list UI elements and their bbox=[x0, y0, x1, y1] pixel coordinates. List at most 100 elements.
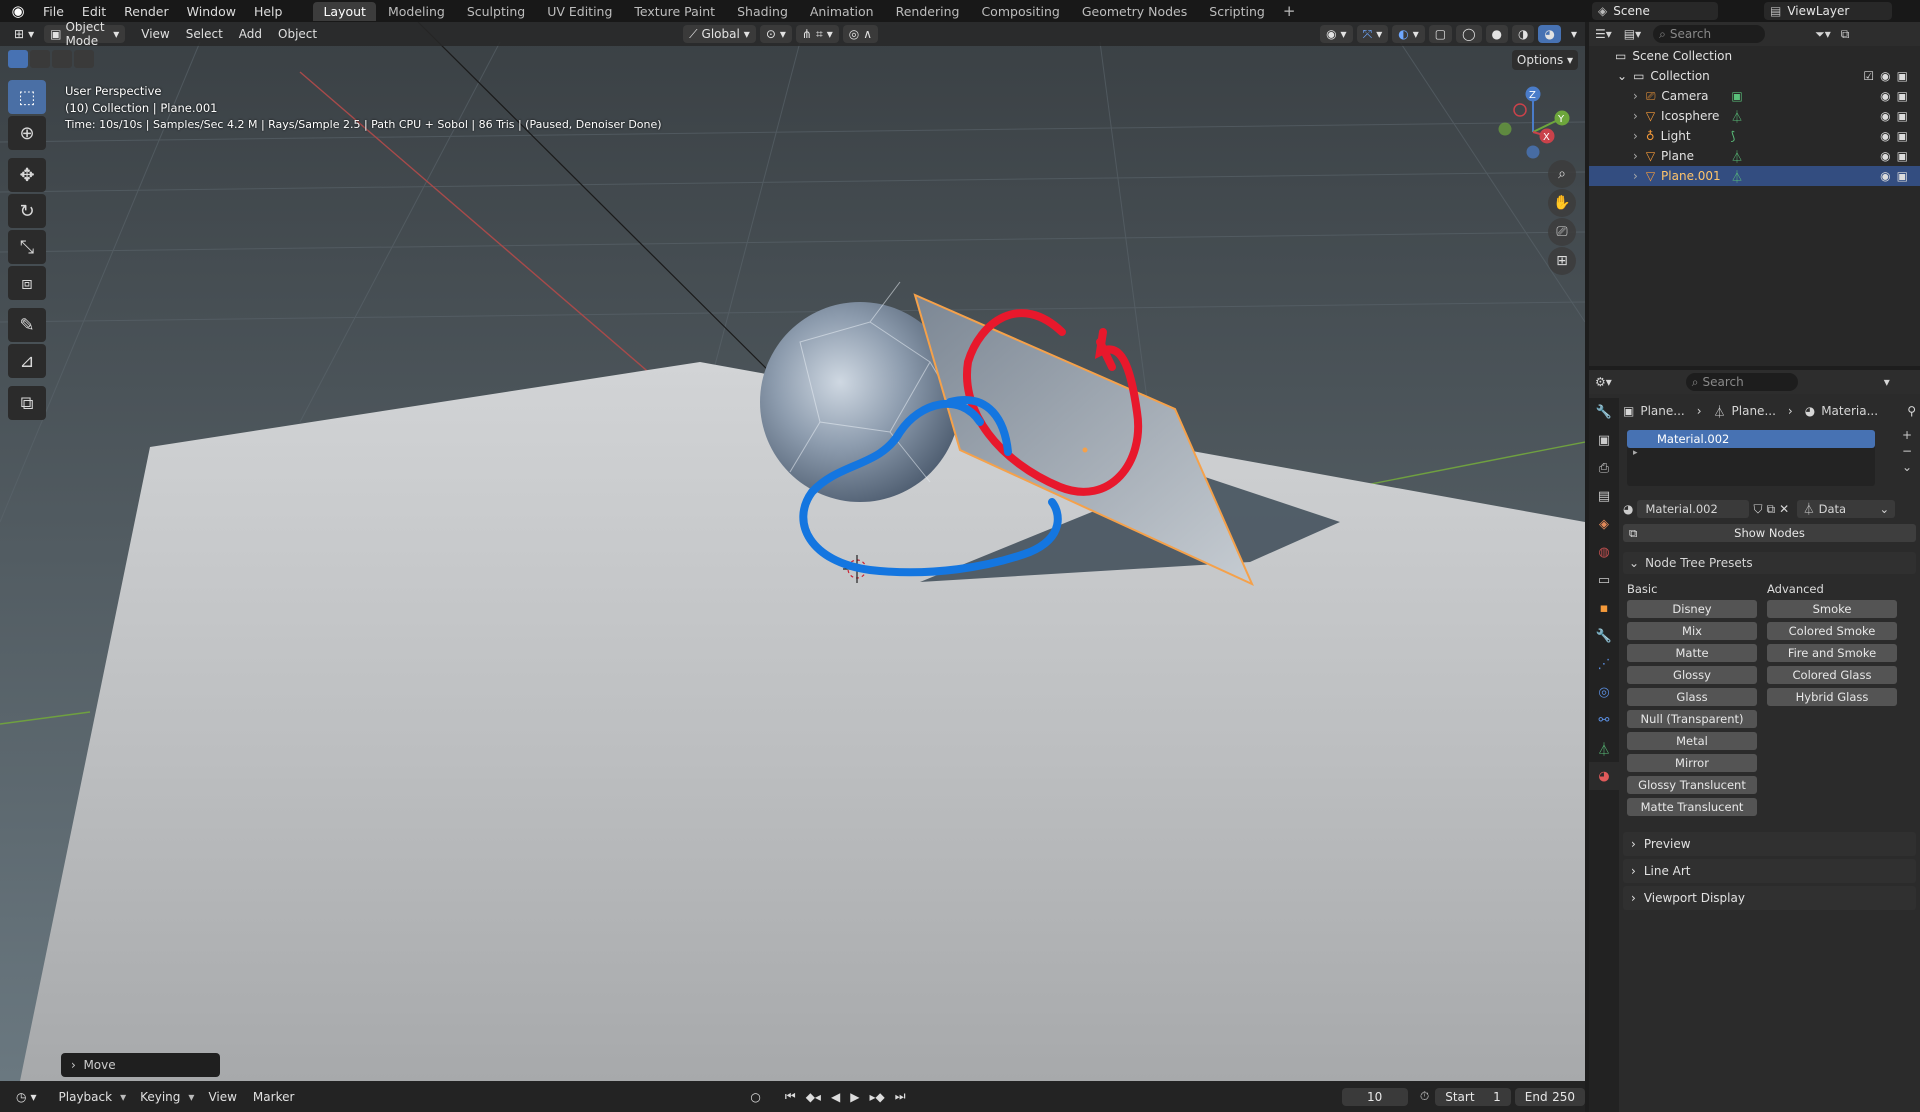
chevron-right-icon[interactable]: › bbox=[1633, 149, 1638, 163]
tab-scripting[interactable]: Scripting bbox=[1199, 2, 1275, 21]
tab-rendering[interactable]: Rendering bbox=[886, 2, 970, 21]
timeline-menu-view[interactable]: View bbox=[200, 1090, 244, 1104]
next-keyframe-icon[interactable]: ▸◆ bbox=[869, 1090, 884, 1104]
chevron-right-icon[interactable]: › bbox=[1633, 129, 1638, 143]
display-mode-icon[interactable]: ▤▾ bbox=[1624, 27, 1641, 41]
viewport-menu-select[interactable]: Select bbox=[178, 27, 231, 41]
menu-file[interactable]: File bbox=[34, 4, 73, 19]
object-data-icon[interactable]: ⟆ bbox=[1731, 129, 1736, 143]
chevron-right-icon[interactable]: › bbox=[1633, 109, 1638, 123]
preset-metal-button[interactable]: Metal bbox=[1627, 732, 1757, 750]
node-tree-presets-header[interactable]: ⌄ Node Tree Presets bbox=[1623, 552, 1916, 574]
eye-icon[interactable]: ◉ bbox=[1880, 109, 1890, 123]
section-line-art[interactable]: › Line Art bbox=[1623, 859, 1916, 883]
camera-render-icon[interactable]: ▣ bbox=[1897, 169, 1908, 183]
view-layer-tab-icon[interactable]: ▤ bbox=[1589, 482, 1619, 510]
rotate-tool[interactable]: ↻ bbox=[8, 194, 46, 228]
select-subtract-icon[interactable] bbox=[52, 50, 72, 68]
chevron-down-icon[interactable]: ▾ bbox=[1884, 375, 1890, 389]
timeline-editor-type[interactable]: ◷ ▾ bbox=[10, 1088, 43, 1106]
camera-view-button[interactable]: ⎚ bbox=[1548, 218, 1576, 246]
eye-icon[interactable]: ◉ bbox=[1880, 89, 1890, 103]
material-tab-icon[interactable]: ◕ bbox=[1589, 762, 1619, 790]
select-extend-icon[interactable] bbox=[30, 50, 50, 68]
add-slot-icon[interactable]: + bbox=[1902, 428, 1912, 442]
tab-modeling[interactable]: Modeling bbox=[378, 2, 455, 21]
shading-rendered[interactable]: ◕ bbox=[1538, 25, 1561, 43]
menu-window[interactable]: Window bbox=[178, 4, 245, 19]
expand-icon[interactable]: ▸ bbox=[1627, 448, 1875, 458]
tab-compositing[interactable]: Compositing bbox=[971, 2, 1069, 21]
outliner-editor-icon[interactable]: ☰▾ bbox=[1595, 27, 1612, 41]
fake-user-icon[interactable]: ⛉ bbox=[1753, 502, 1762, 517]
move-tool[interactable]: ✥ bbox=[8, 158, 46, 192]
chevron-right-icon[interactable]: › bbox=[1633, 89, 1638, 103]
properties-editor-icon[interactable]: ⚙▾ bbox=[1595, 375, 1612, 389]
tab-animation[interactable]: Animation bbox=[800, 2, 884, 21]
outliner-item-camera[interactable]: › ⎚ Camera ▣ ◉ ▣ bbox=[1589, 86, 1920, 106]
properties-search[interactable]: ⌕ Search bbox=[1685, 373, 1798, 391]
current-frame-field[interactable]: 10 bbox=[1341, 1087, 1408, 1106]
prev-keyframe-icon[interactable]: ◆◂ bbox=[806, 1090, 821, 1104]
shading-material[interactable]: ◑ bbox=[1512, 25, 1535, 43]
preset-matte-translucent-button[interactable]: Matte Translucent bbox=[1627, 798, 1757, 816]
end-frame-field[interactable]: End 250 bbox=[1514, 1087, 1585, 1106]
particles-tab-icon[interactable]: ⋰ bbox=[1589, 650, 1619, 678]
collapse-icon[interactable]: ⌄ bbox=[1617, 69, 1627, 83]
preset-colored-glass-button[interactable]: Colored Glass bbox=[1767, 666, 1897, 684]
preset-fire-and-smoke-button[interactable]: Fire and Smoke bbox=[1767, 644, 1897, 662]
zoom-button[interactable]: ⌕ bbox=[1548, 160, 1576, 188]
outliner-item-icosphere[interactable]: › ▽ Icosphere ⏃ ◉ ▣ bbox=[1589, 106, 1920, 126]
measure-tool[interactable]: ⊿ bbox=[8, 344, 46, 378]
outliner-item-plane-001[interactable]: › ▽ Plane.001 ⏃ ◉ ▣ bbox=[1589, 166, 1920, 186]
preset-glossy-translucent-button[interactable]: Glossy Translucent bbox=[1627, 776, 1757, 794]
preset-null-transparent-button[interactable]: Null (Transparent) bbox=[1627, 710, 1757, 728]
ortho-toggle-button[interactable]: ⊞ bbox=[1548, 247, 1576, 275]
collection-tab-icon[interactable]: ▭ bbox=[1589, 566, 1619, 594]
physics-tab-icon[interactable]: ◎ bbox=[1589, 678, 1619, 706]
snap-button[interactable]: ⋔ ⌗ ▾ bbox=[795, 25, 839, 43]
start-frame-field[interactable]: Start 1 bbox=[1435, 1087, 1511, 1106]
collection-row[interactable]: ⌄ ▭ Collection ☑ ◉ ▣ bbox=[1589, 66, 1920, 86]
menu-help[interactable]: Help bbox=[245, 4, 292, 19]
camera-render-icon[interactable]: ▣ bbox=[1897, 129, 1908, 143]
preset-mirror-button[interactable]: Mirror bbox=[1627, 754, 1757, 772]
menu-edit[interactable]: Edit bbox=[73, 4, 115, 19]
timeline-menu-keying[interactable]: Keying bbox=[132, 1090, 188, 1104]
unlink-icon[interactable]: ✕ bbox=[1779, 502, 1789, 516]
modifier-tab-icon[interactable]: 🔧 bbox=[1589, 622, 1619, 650]
section-viewport-display[interactable]: › Viewport Display bbox=[1623, 886, 1916, 910]
tab-geometry-nodes[interactable]: Geometry Nodes bbox=[1072, 2, 1197, 21]
object-data-icon[interactable]: ▣ bbox=[1731, 89, 1742, 103]
options-button[interactable]: Options ▾ bbox=[1512, 50, 1578, 70]
eye-icon[interactable]: ◉ bbox=[1880, 169, 1890, 183]
eye-icon[interactable]: ◉ bbox=[1880, 69, 1890, 83]
annotate-tool[interactable]: ✎ bbox=[8, 308, 46, 342]
output-tab-icon[interactable]: ⎙ bbox=[1589, 454, 1619, 482]
transform-tool[interactable]: ⧈ bbox=[8, 266, 46, 300]
object-tab-icon[interactable]: ▪ bbox=[1589, 594, 1619, 622]
constraints-tab-icon[interactable]: ⚯ bbox=[1589, 706, 1619, 734]
render-tab-icon[interactable]: ▣ bbox=[1589, 426, 1619, 454]
duplicate-icon[interactable]: ⧉ bbox=[1767, 502, 1776, 517]
preset-glossy-button[interactable]: Glossy bbox=[1627, 666, 1757, 684]
tab-sculpting[interactable]: Sculpting bbox=[457, 2, 535, 21]
tool-tab-icon[interactable]: 🔧 bbox=[1589, 398, 1619, 426]
menu-render[interactable]: Render bbox=[115, 4, 178, 19]
eye-icon[interactable]: ◉ bbox=[1880, 149, 1890, 163]
last-operator-panel[interactable]: › Move bbox=[61, 1053, 220, 1077]
preset-mix-button[interactable]: Mix bbox=[1627, 622, 1757, 640]
transform-orientation[interactable]: ⟋ Global ▾ bbox=[683, 25, 756, 43]
3d-viewport[interactable]: Z Y X ⊞ ▾ ▣ Object Mode ▾ View Select Add Obje… bbox=[0, 22, 1585, 1081]
shading-wireframe[interactable]: ◯ bbox=[1456, 25, 1482, 43]
overlay-toggle[interactable]: ◐ ▾ bbox=[1392, 25, 1425, 43]
scene-selector[interactable]: ◈ Scene bbox=[1592, 2, 1718, 20]
visibility-button[interactable]: ◉ ▾ bbox=[1320, 25, 1353, 43]
outliner-item-light[interactable]: › ♁ Light ⟆ ◉ ▣ bbox=[1589, 126, 1920, 146]
add-workspace-icon[interactable]: + bbox=[1283, 2, 1296, 20]
chevron-right-icon[interactable]: › bbox=[1633, 169, 1638, 183]
preset-disney-button[interactable]: Disney bbox=[1627, 600, 1757, 618]
proportional-edit-button[interactable]: ◎ ∧ bbox=[842, 25, 879, 43]
xray-toggle[interactable]: ▢ bbox=[1428, 25, 1453, 43]
jump-start-icon[interactable]: ⏮ bbox=[785, 1089, 796, 1104]
